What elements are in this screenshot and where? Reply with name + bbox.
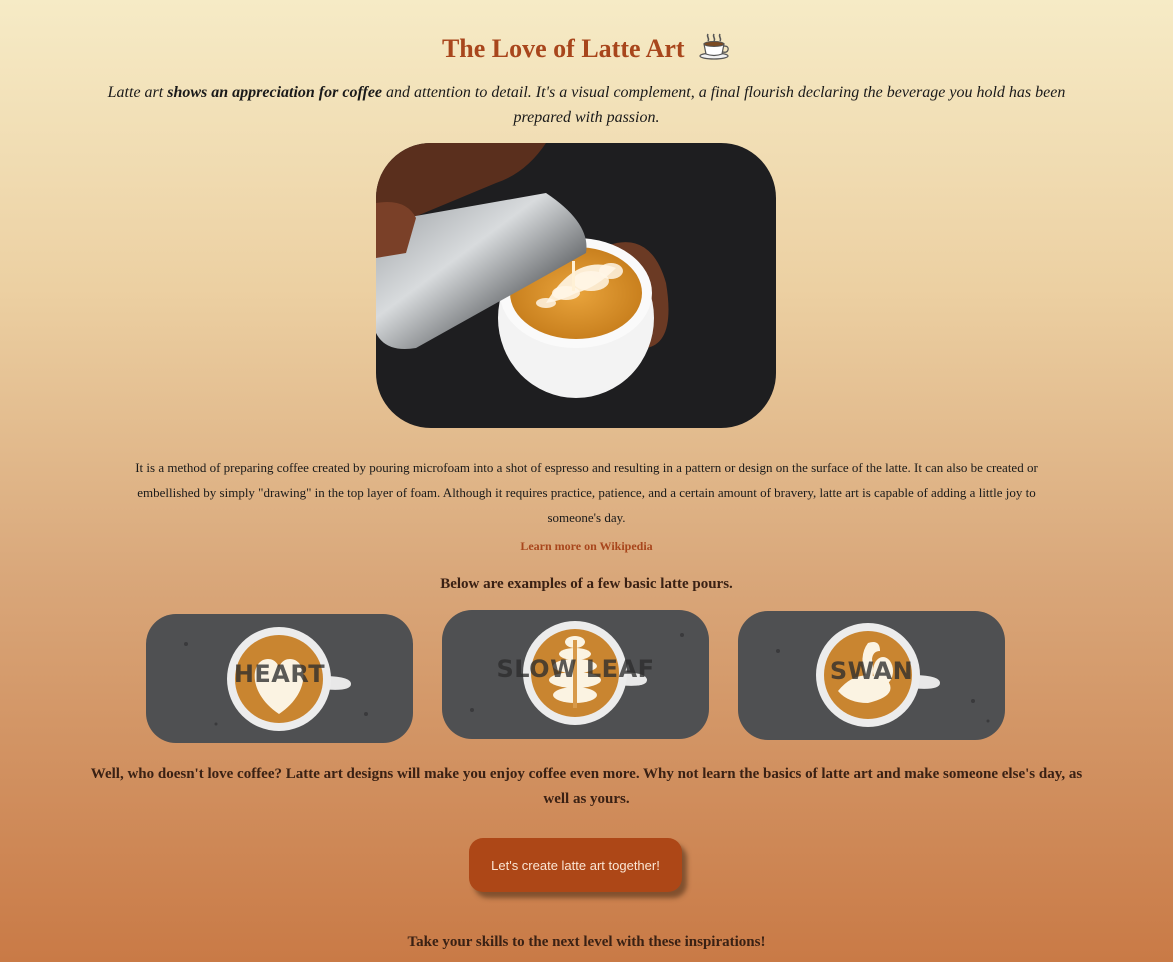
example-card-swan: SWAN: [738, 611, 1005, 740]
latte-pour-photo: [376, 143, 776, 428]
example-label: SWAN: [829, 657, 914, 685]
wikipedia-link[interactable]: Learn more on Wikipedia: [0, 539, 1173, 554]
example-card-slow-leaf: SLOW LEAF: [442, 610, 709, 739]
coffee-cup-icon: [699, 32, 731, 71]
example-card-heart: HEART: [146, 614, 413, 743]
intro-part2: and attention to detail. It's a visual c…: [382, 84, 1066, 126]
create-latte-art-button[interactable]: Let's create latte art together!: [469, 838, 682, 892]
intro-part1: Latte art: [107, 84, 168, 101]
example-label: HEART: [233, 660, 326, 688]
next-section-heading: Take your skills to the next level with …: [407, 934, 766, 950]
latte-art-description: It is a method of preparing coffee creat…: [135, 460, 1038, 525]
page-title-text: The Love of Latte Art: [441, 34, 685, 63]
intro-text: Latte art shows an appreciation for coff…: [90, 80, 1083, 130]
closing-text: Well, who doesn't love coffee? Latte art…: [90, 766, 1083, 807]
intro-emphasis: shows an appreciation for coffee: [167, 84, 383, 101]
examples-title: Below are examples of a few basic latte …: [440, 576, 733, 592]
page-title: The Love of Latte Art: [0, 30, 1173, 71]
page: The Love of Latte Art Latte art shows an…: [0, 0, 1173, 962]
example-label: SLOW LEAF: [496, 655, 655, 683]
